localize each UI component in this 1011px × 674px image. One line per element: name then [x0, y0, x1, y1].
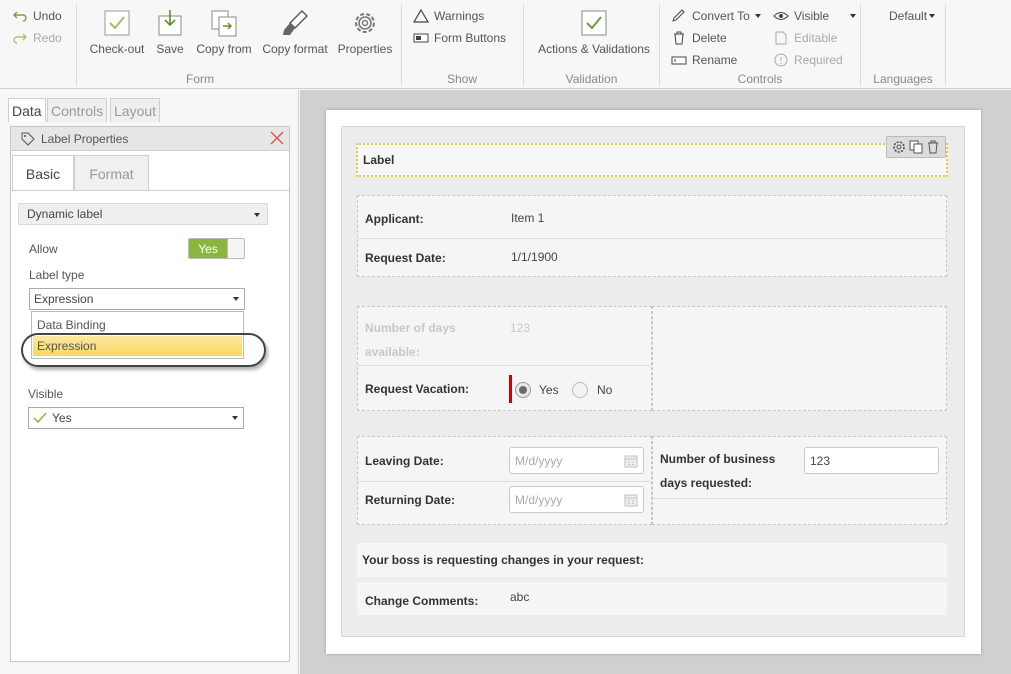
save-button[interactable]: Save — [154, 8, 186, 56]
visible-label: Visible — [28, 387, 64, 401]
group-label-validation: Validation — [565, 72, 618, 86]
returning-date-input[interactable]: M/d/yyyy — [509, 486, 644, 513]
tab-layout[interactable]: Layout — [110, 98, 161, 122]
checkout-icon — [102, 8, 132, 38]
days-available-label-line2: available: — [365, 345, 420, 359]
chevron-down-icon — [929, 14, 936, 18]
redo-icon — [12, 32, 28, 44]
applicant-label: Applicant: — [365, 212, 424, 226]
warning-icon — [413, 9, 429, 23]
leaving-date-input[interactable]: M/d/yyyy — [509, 447, 644, 474]
business-days-label-line2: days requested: — [660, 476, 753, 490]
required-indicator — [509, 375, 512, 403]
option-data-binding[interactable]: Data Binding — [37, 318, 106, 332]
delete-button[interactable]: Delete — [671, 31, 727, 45]
info-icon — [773, 53, 789, 67]
label-title: Label — [363, 153, 395, 167]
copy-icon[interactable] — [909, 140, 923, 154]
tag-icon — [21, 132, 35, 146]
chevron-down-icon — [232, 416, 238, 420]
rename-button[interactable]: Rename — [671, 53, 737, 67]
checkmark-box-icon — [579, 8, 609, 38]
request-date-value: 1/1/1900 — [511, 250, 558, 264]
calendar-icon[interactable] — [624, 454, 638, 468]
check-icon — [33, 412, 47, 424]
group-label-show: Show — [446, 72, 478, 86]
undo-icon — [12, 10, 28, 22]
change-comments-label: Change Comments: — [365, 594, 479, 608]
editable-icon — [773, 31, 789, 45]
copy-format-button[interactable]: Copy format — [260, 8, 330, 56]
pencil-icon — [671, 9, 687, 23]
business-days-input[interactable]: 123 — [804, 447, 939, 474]
label-type-select[interactable]: Expression — [29, 288, 245, 310]
paintbrush-icon — [280, 8, 310, 38]
business-days-label-line1: Number of business — [660, 452, 776, 466]
trash-icon[interactable] — [926, 140, 940, 154]
toggle-on-label: Yes — [189, 239, 227, 258]
boss-message-row: Your boss is requesting changes in your … — [357, 543, 947, 577]
request-vacation-label: Request Vacation: — [365, 382, 470, 396]
trash-icon — [671, 31, 687, 45]
tab-basic[interactable]: Basic — [12, 155, 74, 191]
tab-data[interactable]: Data — [8, 98, 46, 122]
allow-toggle[interactable]: Yes — [188, 238, 245, 259]
visible-button[interactable]: Visible — [773, 9, 857, 23]
selected-label-control[interactable]: Label — [356, 143, 948, 177]
actions-validations-button[interactable]: Actions & Validations — [534, 8, 654, 56]
gear-icon[interactable] — [892, 140, 906, 154]
form-buttons-button[interactable]: Form Buttons — [413, 31, 506, 45]
undo-button[interactable]: Undo — [12, 9, 62, 23]
chevron-down-icon — [754, 14, 761, 18]
group-label-languages: Languages — [873, 72, 933, 86]
checkout-button[interactable]: Check-out — [86, 8, 148, 56]
calendar-icon[interactable] — [624, 493, 638, 507]
eye-icon — [773, 10, 789, 22]
days-available-label-line1: Number of days — [365, 321, 456, 335]
form-buttons-icon — [413, 32, 429, 44]
properties-header: Label Properties — [11, 127, 289, 151]
returning-date-label: Returning Date: — [365, 493, 455, 507]
rename-icon — [671, 54, 687, 66]
radio-no[interactable] — [572, 382, 588, 398]
boss-message-text: Your boss is requesting changes in your … — [362, 553, 644, 567]
radio-yes[interactable] — [515, 382, 531, 398]
close-icon[interactable] — [269, 130, 285, 146]
highlight-ellipse — [21, 333, 266, 367]
warnings-button[interactable]: Warnings — [413, 9, 484, 23]
applicant-value: Item 1 — [511, 211, 545, 225]
chevron-down-icon — [850, 14, 857, 18]
chevron-down-icon — [233, 297, 239, 301]
request-date-label: Request Date: — [365, 251, 446, 265]
radio-yes-label: Yes — [539, 383, 559, 397]
language-dropdown[interactable]: Default — [889, 9, 936, 23]
days-available-value: 123 — [510, 321, 531, 335]
chevron-down-icon — [254, 213, 260, 217]
label-type-label: Label type — [29, 268, 85, 282]
tab-format[interactable]: Format — [74, 155, 149, 191]
vacation-section-right — [652, 306, 947, 411]
tab-controls[interactable]: Controls — [47, 98, 108, 122]
dynamic-label-section[interactable]: Dynamic label — [18, 203, 268, 225]
redo-button[interactable]: Redo — [12, 31, 62, 45]
group-label-controls: Controls — [737, 72, 783, 86]
copy-from-icon — [209, 8, 239, 38]
ribbon-toolbar: Undo Redo Check-out Save Copy from Copy … — [0, 0, 1011, 89]
properties-button[interactable]: Properties — [336, 8, 394, 56]
editable-button[interactable]: Editable — [773, 31, 837, 45]
convert-to-button[interactable]: Convert To — [671, 9, 761, 23]
group-label-form: Form — [186, 72, 214, 86]
control-action-toolbar — [886, 136, 946, 158]
visible-select[interactable]: Yes — [28, 407, 244, 429]
label-properties-window: Label Properties Basic Format Dynamic la… — [10, 126, 290, 662]
allow-label: Allow — [29, 242, 58, 256]
leaving-date-label: Leaving Date: — [365, 454, 444, 468]
radio-no-label: No — [597, 383, 613, 397]
required-button[interactable]: Required — [773, 53, 843, 67]
copy-from-button[interactable]: Copy from — [194, 8, 254, 56]
save-icon — [155, 8, 185, 38]
change-comments-value: abc — [510, 590, 530, 604]
gear-icon — [350, 8, 380, 38]
